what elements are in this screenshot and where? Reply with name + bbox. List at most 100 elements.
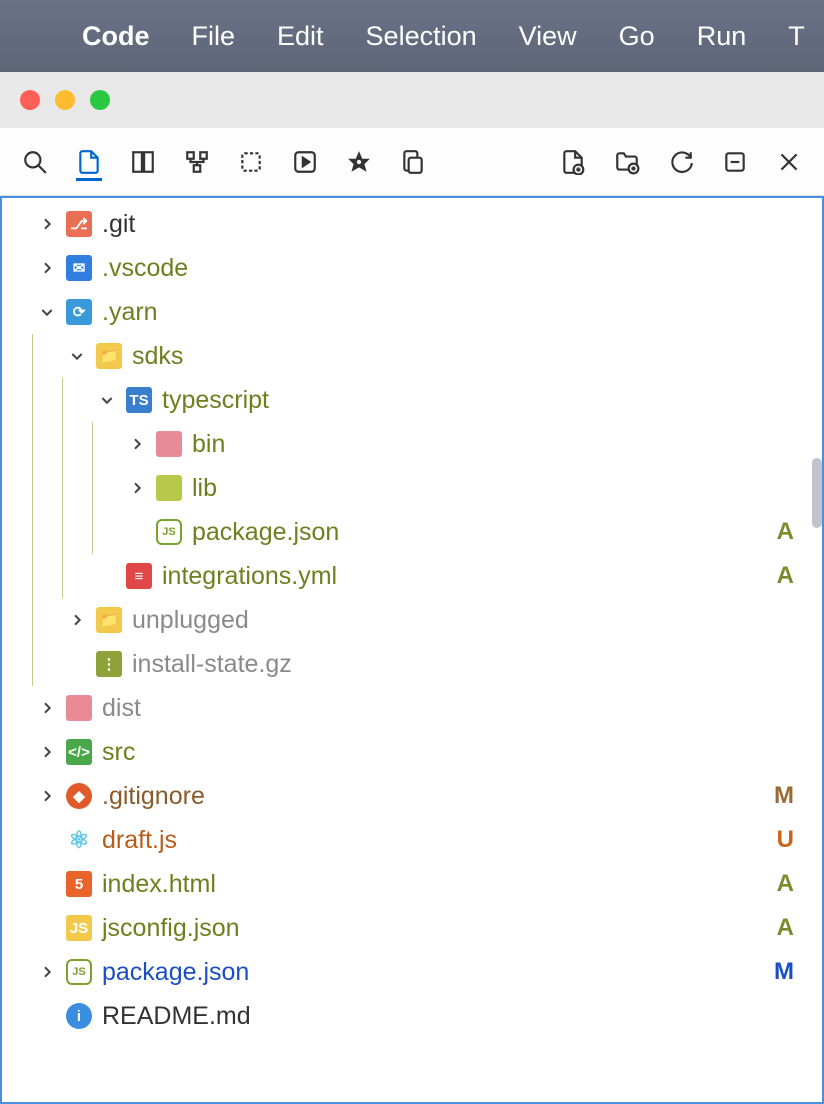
chevron-right-icon[interactable]: [122, 429, 152, 459]
tree-item-package-json[interactable]: JSpackage.jsonA: [2, 510, 822, 554]
readme-icon: i: [62, 1003, 102, 1029]
git-status-badge: A: [777, 914, 794, 942]
git-status-badge: A: [777, 870, 794, 898]
tree-item--git[interactable]: ⎇.git: [2, 202, 822, 246]
new-file-icon[interactable]: [560, 149, 586, 175]
git-status-badge: U: [777, 826, 794, 854]
tree-item-label: index.html: [102, 870, 777, 899]
tree-item-dist[interactable]: dist: [2, 686, 822, 730]
tree-item-label: sdks: [132, 342, 794, 371]
git-status-badge: M: [774, 782, 794, 810]
tree-item-typescript[interactable]: TStypescript: [2, 378, 822, 422]
chevron-down-icon[interactable]: [92, 385, 122, 415]
menu-go[interactable]: Go: [619, 21, 655, 52]
bin-icon: [152, 431, 192, 457]
tree-item-label: .yarn: [102, 298, 794, 327]
gz-icon: ⋮: [92, 651, 132, 677]
search-icon[interactable]: [22, 149, 48, 175]
tree-item-bin[interactable]: bin: [2, 422, 822, 466]
lib-icon: [152, 475, 192, 501]
tree-item--gitignore[interactable]: ◆.gitignoreM: [2, 774, 822, 818]
tree-item-label: .git: [102, 210, 794, 239]
class-hierarchy-icon[interactable]: [184, 149, 210, 175]
favorites-icon[interactable]: [346, 149, 372, 175]
tree-item-label: integrations.yml: [162, 562, 777, 591]
window-zoom-button[interactable]: [90, 90, 110, 110]
menu-truncated[interactable]: T: [788, 21, 805, 52]
tree-item-label: bin: [192, 430, 794, 459]
folder-y-icon: 📁: [92, 607, 132, 633]
git-status-badge: A: [777, 562, 794, 590]
git-status-badge: M: [774, 958, 794, 986]
vscode-icon: ✉: [62, 255, 102, 281]
yarn-icon: ⟳: [62, 299, 102, 325]
menu-file[interactable]: File: [192, 21, 236, 52]
window-close-button[interactable]: [20, 90, 40, 110]
chevron-right-icon[interactable]: [32, 693, 62, 723]
json-icon: JS: [152, 519, 192, 545]
project-toolbar: [0, 128, 824, 196]
chevron-right-icon[interactable]: [62, 605, 92, 635]
copy-icon[interactable]: [400, 149, 426, 175]
react-icon: ⚛: [62, 827, 102, 853]
tree-item-label: src: [102, 738, 794, 767]
menu-view[interactable]: View: [519, 21, 577, 52]
chevron-right-icon[interactable]: [32, 957, 62, 987]
tree-item-label: install-state.gz: [132, 650, 794, 679]
tree-item-index-html[interactable]: 5index.htmlA: [2, 862, 822, 906]
chevron-right-icon[interactable]: [32, 209, 62, 239]
tree-item-src[interactable]: </>src: [2, 730, 822, 774]
close-icon[interactable]: [776, 149, 802, 175]
tree-item-package-json[interactable]: JSpackage.jsonM: [2, 950, 822, 994]
tree-item-lib[interactable]: lib: [2, 466, 822, 510]
tree-item--yarn[interactable]: ⟳.yarn: [2, 290, 822, 334]
run-icon[interactable]: [292, 149, 318, 175]
tree-item-label: lib: [192, 474, 794, 503]
menu-app[interactable]: Code: [82, 21, 150, 52]
tree-item-install-state-gz[interactable]: ⋮install-state.gz: [2, 642, 822, 686]
html-icon: 5: [62, 871, 102, 897]
chevron-right-icon[interactable]: [32, 781, 62, 811]
chevron-right-icon[interactable]: [32, 737, 62, 767]
git-icon: ⎇: [62, 211, 102, 237]
tree-item-label: typescript: [162, 386, 794, 415]
tree-item-label: jsconfig.json: [102, 914, 777, 943]
tree-item-readme-md[interactable]: iREADME.md: [2, 994, 822, 1038]
yml-icon: ≡: [122, 563, 162, 589]
tree-item-unplugged[interactable]: 📁unplugged: [2, 598, 822, 642]
refresh-icon[interactable]: [668, 149, 694, 175]
tree-item-integrations-yml[interactable]: ≡integrations.ymlA: [2, 554, 822, 598]
macos-menubar: Code File Edit Selection View Go Run T: [0, 0, 824, 72]
git-status-badge: A: [777, 518, 794, 546]
tree-item-label: .vscode: [102, 254, 794, 283]
chevron-down-icon[interactable]: [62, 341, 92, 371]
menu-run[interactable]: Run: [697, 21, 747, 52]
json-icon: JS: [62, 959, 102, 985]
tree-item-label: unplugged: [132, 606, 794, 635]
tree-item-label: dist: [102, 694, 794, 723]
tree-item-label: package.json: [102, 958, 774, 987]
ts-icon: TS: [122, 387, 162, 413]
tree-item-draft-js[interactable]: ⚛draft.jsU: [2, 818, 822, 862]
menu-edit[interactable]: Edit: [277, 21, 324, 52]
chevron-right-icon[interactable]: [32, 253, 62, 283]
window-minimize-button[interactable]: [55, 90, 75, 110]
tree-item-sdks[interactable]: 📁sdks: [2, 334, 822, 378]
tree-item-label: README.md: [102, 1002, 794, 1031]
tree-item-label: package.json: [192, 518, 777, 547]
chevron-down-icon[interactable]: [32, 297, 62, 327]
tree-item-jsconfig-json[interactable]: JSjsconfig.jsonA: [2, 906, 822, 950]
select-opened-file-icon[interactable]: [238, 149, 264, 175]
gitignore-icon: ◆: [62, 783, 102, 809]
structure-icon[interactable]: [130, 149, 156, 175]
folder-y-icon: 📁: [92, 343, 132, 369]
project-files-icon[interactable]: [76, 155, 102, 181]
collapse-all-icon[interactable]: [722, 149, 748, 175]
tree-item-label: draft.js: [102, 826, 777, 855]
new-folder-icon[interactable]: [614, 149, 640, 175]
tree-item-label: .gitignore: [102, 782, 774, 811]
menu-selection[interactable]: Selection: [366, 21, 477, 52]
file-explorer[interactable]: ⎇.git✉.vscode⟳.yarn📁sdksTStypescript bin…: [0, 196, 824, 1104]
tree-item--vscode[interactable]: ✉.vscode: [2, 246, 822, 290]
chevron-right-icon[interactable]: [122, 473, 152, 503]
